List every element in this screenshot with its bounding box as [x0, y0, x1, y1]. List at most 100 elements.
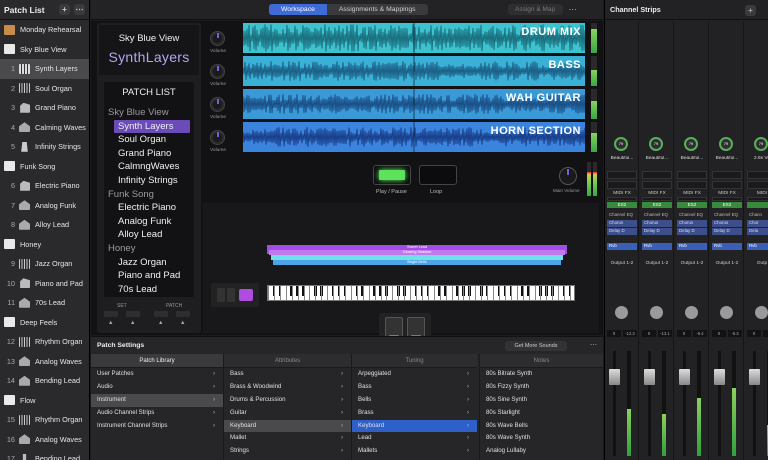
browser-item[interactable]: Instrument Channel Strips ›: [91, 420, 223, 433]
send-slot[interactable]: Rvb: [642, 243, 672, 250]
waveform-wah-guitar[interactable]: WAH GUITAR: [243, 89, 585, 119]
patch-list-item[interactable]: Infinity Strings: [104, 174, 194, 188]
browser-item[interactable]: Instrument ›: [91, 393, 223, 407]
setting-slot[interactable]: [712, 171, 742, 179]
patch-list-menu-button[interactable]: ⋯: [74, 4, 85, 15]
keyboard-button[interactable]: [239, 289, 253, 301]
browser-item[interactable]: 80s Starlight: [480, 407, 603, 420]
patch-prev-button[interactable]: [154, 311, 168, 317]
patch-list-item[interactable]: Analog Funk: [104, 215, 194, 229]
midi-fx-slot[interactable]: MIDI FX: [641, 191, 673, 196]
input-slot[interactable]: [712, 197, 742, 201]
volume-knob[interactable]: [210, 130, 225, 145]
setting-slot[interactable]: [642, 171, 672, 179]
browser-item[interactable]: Mallets ›: [352, 445, 477, 458]
eq-thumbnail[interactable]: [607, 181, 637, 189]
setting-slot[interactable]: [677, 171, 707, 179]
patch-list-set[interactable]: Honey: [104, 242, 194, 256]
input-slot[interactable]: [747, 197, 768, 201]
browser-item[interactable]: Lead ›: [352, 432, 477, 445]
waveform-bass[interactable]: BASS: [243, 56, 585, 86]
gain-knob[interactable]: 79: [649, 137, 663, 151]
mod-wheel[interactable]: [227, 288, 235, 302]
volume-fader[interactable]: [644, 369, 655, 385]
browser-item[interactable]: 80s Bitrate Synth: [480, 368, 603, 381]
browser-item[interactable]: 80s Fizzy Synth: [480, 381, 603, 394]
patch-folder[interactable]: Sky Blue View: [0, 40, 89, 60]
input-slot[interactable]: [677, 197, 707, 201]
browser-item[interactable]: Audio Channel Strips ›: [91, 407, 223, 420]
patch-item[interactable]: 13 Analog Waves: [0, 352, 89, 372]
tab-assignments-mappings[interactable]: Assignments & Mappings: [327, 4, 428, 15]
patch-list-set[interactable]: Sky Blue View: [104, 106, 194, 120]
instrument-slot[interactable]: ES2: [642, 202, 672, 208]
column-header[interactable]: Tuning: [352, 354, 477, 368]
output-slot[interactable]: Outp: [746, 261, 768, 266]
midi-fx-slot[interactable]: MIDI FX: [711, 191, 743, 196]
audio-fx-slot[interactable]: Channel EQ: [607, 212, 637, 219]
patch-item[interactable]: 7 Analog Funk: [0, 196, 89, 216]
patch-list-item[interactable]: Alloy Lead: [104, 228, 194, 242]
play-pause-button[interactable]: [373, 165, 411, 185]
toolbar-more-button[interactable]: ⋯: [569, 5, 577, 14]
output-slot[interactable]: Output 1-2: [641, 261, 673, 266]
instrument-slot[interactable]: ES2: [677, 202, 707, 208]
gain-knob[interactable]: 79: [754, 137, 768, 151]
browser-item[interactable]: Mallet ›: [224, 432, 351, 445]
browser-item[interactable]: Audio ›: [91, 381, 223, 394]
audio-fx-slot[interactable]: Delay D: [677, 228, 707, 235]
volume-fader[interactable]: [714, 369, 725, 385]
column-header[interactable]: Patch Library: [91, 354, 223, 368]
browser-item[interactable]: Brass & Woodwind ›: [224, 381, 351, 394]
patch-item[interactable]: 5 Infinity Strings: [0, 137, 89, 157]
gain-knob[interactable]: 79: [614, 137, 628, 151]
patch-item[interactable]: 10 Piano and Pad: [0, 274, 89, 294]
volume-fader[interactable]: [609, 369, 620, 385]
patch-list-set[interactable]: Funk Song: [104, 188, 194, 202]
patch-folder[interactable]: Flow: [0, 391, 89, 411]
tab-workspace[interactable]: Workspace: [269, 4, 327, 15]
patch-list-item[interactable]: Electric Piano: [104, 201, 194, 215]
browser-item[interactable]: 80s Sine Synth: [480, 394, 603, 407]
pitch-wheel[interactable]: [217, 288, 225, 302]
patch-item[interactable]: 1 Synth Layers: [0, 59, 89, 79]
output-slot[interactable]: Output 1-2: [606, 261, 638, 266]
audio-fx-slot[interactable]: Chor: [747, 220, 768, 227]
midi-fx-slot[interactable]: MIDI FX: [676, 191, 708, 196]
input-slot[interactable]: [642, 197, 672, 201]
patch-list-item[interactable]: Piano and Pad: [104, 269, 194, 283]
browser-item[interactable]: Bells ›: [352, 394, 477, 407]
patch-next-button[interactable]: [176, 311, 190, 317]
browser-item[interactable]: Analog Lullaby: [480, 445, 603, 458]
patch-list-item[interactable]: Synth Layers: [114, 119, 190, 134]
eq-thumbnail[interactable]: [642, 181, 672, 189]
patch-folder[interactable]: Deep Feels: [0, 313, 89, 333]
audio-fx-slot[interactable]: Dela: [747, 228, 768, 235]
browser-item[interactable]: 80s Wave Synth: [480, 432, 603, 445]
patch-list-item[interactable]: CalmngWaves: [104, 160, 194, 174]
browser-item[interactable]: Bass ›: [352, 381, 477, 394]
add-channel-strip-button[interactable]: +: [745, 5, 756, 16]
browser-item[interactable]: Keyboard ›: [352, 419, 477, 433]
audio-fx-slot[interactable]: Chorus: [677, 220, 707, 227]
volume-fader[interactable]: [749, 369, 760, 385]
audio-fx-slot[interactable]: Chann: [747, 212, 768, 219]
patch-item[interactable]: 17 Bending Lead: [0, 449, 89, 460]
patch-list-item[interactable]: Jazz Organ: [104, 256, 194, 270]
patch-folder[interactable]: Monday Rehearsal: [0, 20, 89, 40]
instrument-slot[interactable]: ES2: [607, 202, 637, 208]
get-more-sounds-button[interactable]: Get More Sounds: [505, 341, 567, 351]
assign-map-button[interactable]: Assign & Map: [507, 4, 563, 15]
setting-slot[interactable]: [747, 171, 768, 179]
setting-slot[interactable]: [607, 171, 637, 179]
audio-fx-slot[interactable]: Chorus: [642, 220, 672, 227]
output-slot[interactable]: Output 1-2: [676, 261, 708, 266]
patch-item[interactable]: 3 Grand Piano: [0, 98, 89, 118]
eq-thumbnail[interactable]: [747, 181, 768, 189]
instrument-slot[interactable]: [747, 202, 768, 208]
waveform-horn-section[interactable]: HORN SECTION: [243, 122, 585, 152]
midi-fx-slot[interactable]: MIDI: [746, 191, 768, 196]
patch-item[interactable]: 4 Calming Waves: [0, 118, 89, 138]
set-next-button[interactable]: [126, 311, 140, 317]
patch-item[interactable]: 11 70s Lead: [0, 293, 89, 313]
